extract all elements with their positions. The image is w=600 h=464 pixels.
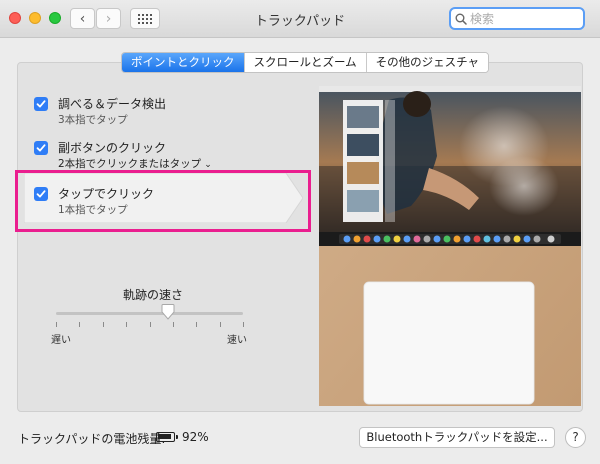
option-title: 調べる＆データ検出 (58, 97, 167, 111)
slider-tick (79, 322, 80, 327)
slider-tick (56, 322, 57, 327)
search-icon (455, 13, 467, 25)
slider-tick (196, 322, 197, 327)
look-up-checkbox[interactable] (34, 97, 48, 111)
help-button[interactable]: ? (565, 427, 586, 448)
tab-bar: ポイントとクリック スクロールとズーム その他のジェスチャ (121, 52, 490, 73)
option-title: 副ボタンのクリック (58, 141, 167, 155)
slider-max-label: 速い (227, 335, 247, 346)
slider-tick (150, 322, 151, 327)
gesture-preview-video (319, 86, 581, 406)
setup-bluetooth-trackpad-button[interactable]: Bluetoothトラックパッドを設定... (359, 427, 555, 448)
option-subtitle: 3本指でタップ (58, 114, 128, 126)
tab-more-gestures[interactable]: その他のジェスチャ (365, 53, 489, 72)
option-title: タップでクリック (58, 187, 155, 201)
forward-button[interactable]: › (96, 8, 121, 29)
battery-percentage: 92% (182, 430, 209, 444)
chevron-right-icon: › (105, 10, 112, 27)
settings-panel: 調べる＆データ検出 3本指でタップ 副ボタンのクリック 2本指でクリックまたはタ… (17, 62, 583, 412)
close-button[interactable] (9, 12, 21, 24)
chevron-left-icon: ‹ (79, 10, 86, 27)
tab-scroll-and-zoom[interactable]: スクロールとズーム (243, 53, 366, 72)
slider-min-label: 遅い (51, 335, 71, 346)
slider-tick (220, 322, 221, 327)
checkmark-icon (36, 100, 46, 108)
checkmark-icon (36, 144, 46, 152)
secondary-click-dropdown[interactable]: 2本指でクリックまたはタップ ⌄ (58, 156, 212, 171)
minimize-button[interactable] (29, 12, 41, 24)
checkmark-icon (36, 190, 46, 198)
battery-label: トラックパッドの電池残量: (18, 432, 166, 446)
show-all-button[interactable] (130, 8, 160, 29)
tab-point-and-click[interactable]: ポイントとクリック (122, 53, 244, 72)
title-bar: ‹ › トラックパッド (0, 0, 600, 38)
tap-to-click-checkbox[interactable] (34, 187, 48, 201)
slider-tick (126, 322, 127, 327)
slider-tick (173, 322, 174, 327)
tracking-speed-thumb[interactable] (161, 304, 175, 324)
slider-tick (243, 322, 244, 327)
secondary-click-checkbox[interactable] (34, 141, 48, 155)
search-input[interactable] (467, 11, 567, 26)
chevron-down-icon: ⌄ (204, 160, 212, 170)
battery-icon (156, 432, 178, 442)
slider-tick (103, 322, 104, 327)
option-subtitle: 1本指でタップ (58, 204, 128, 216)
zoom-button[interactable] (49, 12, 61, 24)
tracking-speed-track[interactable] (56, 312, 243, 315)
tracking-speed-label: 軌跡の速さ (122, 288, 183, 302)
option-subtitle: 2本指でクリックまたはタップ (58, 158, 202, 170)
back-button[interactable]: ‹ (70, 8, 95, 29)
search-field[interactable] (449, 7, 585, 30)
grid-icon (138, 13, 152, 24)
